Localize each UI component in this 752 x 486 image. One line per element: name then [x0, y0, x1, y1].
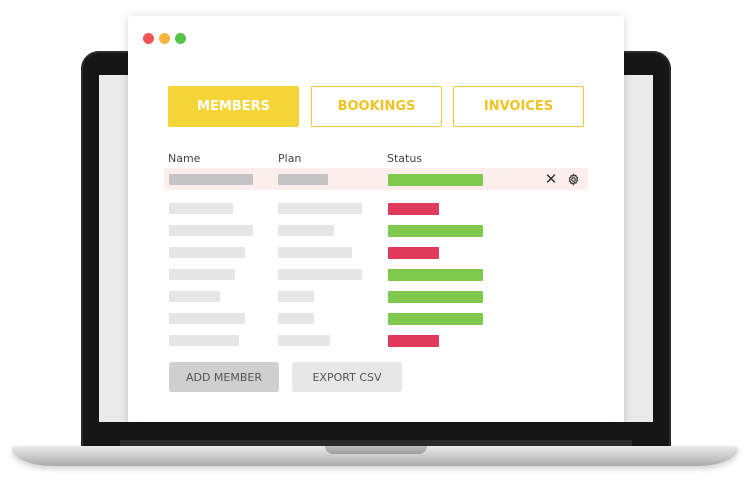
- member-plan-placeholder: [278, 174, 328, 185]
- column-header-plan: Plan: [278, 152, 302, 165]
- member-name-placeholder: [169, 269, 235, 280]
- status-inactive-bar: [388, 247, 439, 259]
- status-active-bar: [388, 225, 483, 237]
- status-active-bar: [388, 291, 483, 303]
- add-member-button[interactable]: ADD MEMBER: [169, 362, 279, 392]
- member-plan-placeholder: [278, 225, 334, 236]
- member-name-placeholder: [169, 291, 220, 302]
- table-row[interactable]: [164, 219, 588, 241]
- member-plan-placeholder: [278, 247, 352, 258]
- member-name-placeholder: [169, 247, 245, 258]
- tab-members[interactable]: MEMBERS: [168, 86, 299, 127]
- laptop-notch: [325, 446, 427, 454]
- status-active-bar: [388, 313, 483, 325]
- status-active-bar: [388, 269, 483, 281]
- table-row[interactable]: [164, 285, 588, 307]
- table-row[interactable]: [164, 197, 588, 219]
- table-row[interactable]: [164, 263, 588, 285]
- member-plan-placeholder: [278, 291, 314, 302]
- close-icon[interactable]: ✕: [543, 170, 559, 188]
- member-plan-placeholder: [278, 313, 314, 324]
- table-row[interactable]: [164, 307, 588, 329]
- column-header-name: Name: [168, 152, 201, 165]
- maximize-window-icon[interactable]: [175, 33, 186, 44]
- status-inactive-bar: [388, 203, 439, 215]
- gear-icon[interactable]: [565, 170, 581, 188]
- column-header-status: Status: [387, 152, 423, 165]
- member-plan-placeholder: [278, 269, 362, 280]
- tab-bookings[interactable]: BOOKINGS: [311, 86, 442, 127]
- table-row[interactable]: [164, 241, 588, 263]
- member-plan-placeholder: [278, 203, 362, 214]
- app-window: MEMBERS BOOKINGS INVOICES Name Plan Stat…: [128, 16, 624, 422]
- member-name-placeholder: [169, 225, 253, 236]
- member-name-placeholder: [169, 335, 239, 346]
- status-active-bar: [388, 174, 483, 186]
- member-plan-placeholder: [278, 335, 330, 346]
- table-row[interactable]: [164, 329, 588, 351]
- window-titlebar: [128, 16, 624, 60]
- minimize-window-icon[interactable]: [159, 33, 170, 44]
- member-name-placeholder: [169, 313, 245, 324]
- close-window-icon[interactable]: [143, 33, 154, 44]
- member-name-placeholder: [169, 203, 233, 214]
- status-inactive-bar: [388, 335, 439, 347]
- member-name-placeholder: [169, 174, 253, 185]
- table-row[interactable]: ✕: [164, 168, 588, 190]
- tab-invoices[interactable]: INVOICES: [453, 86, 584, 127]
- export-csv-button[interactable]: EXPORT CSV: [292, 362, 402, 392]
